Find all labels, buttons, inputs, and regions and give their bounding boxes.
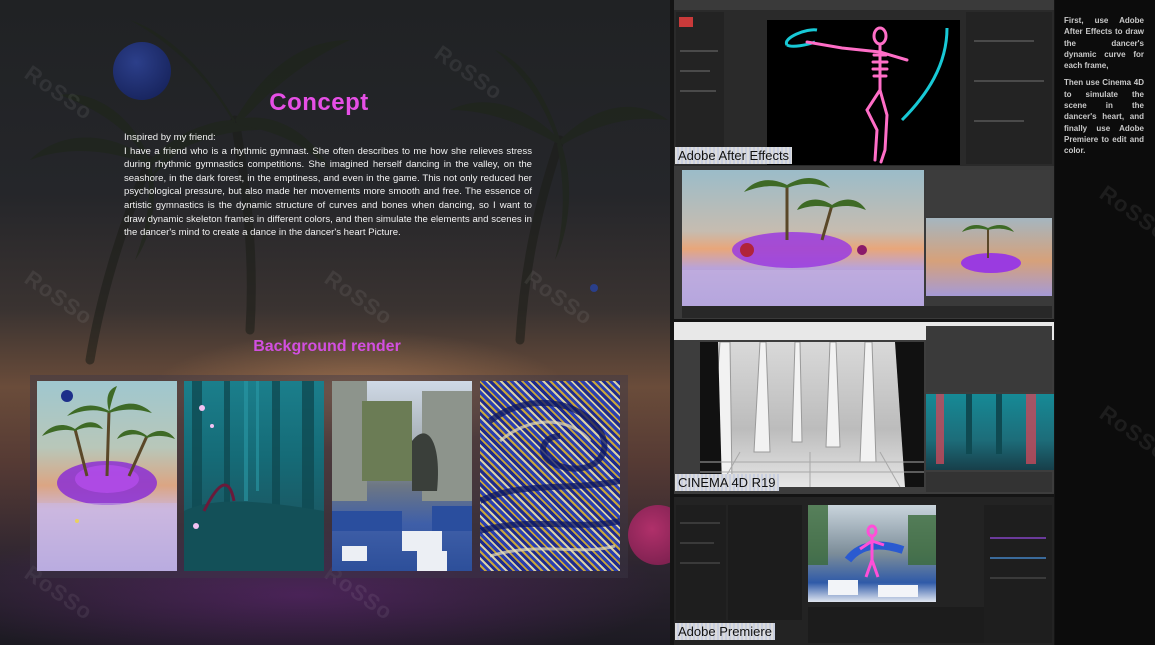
c4d-timeline	[682, 306, 1052, 318]
cinema4d-label: CINEMA 4D R19	[675, 474, 779, 491]
game-world-render[interactable]	[332, 381, 472, 571]
software-screenshots: Adobe After Effects CINEMA 4D R19 Adobe …	[670, 0, 1055, 645]
pr-lumetri-panel	[984, 505, 1052, 643]
c4d-render-preview	[926, 218, 1052, 296]
c4d-forest-preview	[926, 394, 1054, 470]
swirl-pattern-render[interactable]	[480, 381, 620, 571]
pr-divider	[680, 522, 720, 524]
premiere-label: Adobe Premiere	[675, 623, 775, 640]
palm-island-render[interactable]	[37, 381, 177, 571]
ae-composition-viewer	[767, 20, 960, 165]
c4d-object-list	[926, 326, 1052, 392]
background-render-title: Background render	[253, 338, 401, 355]
process-description-panel: RoSSo RoSSo First, use Adobe After Effec…	[1055, 0, 1155, 645]
pr-divider	[680, 562, 720, 564]
ae-project-thumb	[679, 17, 693, 27]
c4d-object-manager	[926, 170, 1050, 216]
process-step-2: Then use Cinema 4D to simulate the scene…	[1064, 78, 1144, 156]
c4d-viewport-palm	[682, 170, 924, 306]
cinema4d-forest-screenshot	[674, 322, 1054, 494]
c4d-attributes	[926, 472, 1052, 492]
skeleton-dance-frame	[784, 26, 949, 164]
ae-divider	[680, 70, 710, 72]
ae-divider	[974, 40, 1034, 42]
ae-right-panel	[966, 12, 1052, 164]
ae-toolbar	[674, 0, 1054, 10]
after-effects-screenshot	[674, 0, 1054, 166]
after-effects-label: Adobe After Effects	[675, 147, 793, 164]
concept-body: I have a friend who is a rhythmic gymnas…	[124, 145, 532, 239]
pr-slider	[990, 537, 1046, 539]
concept-title: Concept	[269, 89, 369, 116]
pr-source-monitor	[728, 505, 802, 620]
watermark: RoSSo	[1095, 400, 1155, 465]
pr-divider	[680, 542, 714, 544]
c4d-viewport-forest	[700, 341, 924, 488]
pr-slider	[990, 577, 1046, 579]
ae-divider	[680, 50, 718, 52]
ae-divider	[680, 90, 716, 92]
concept-panel: RoSSo RoSSo RoSSo RoSSo RoSSo RoSSo RoSS…	[0, 0, 670, 645]
cinema4d-palm-screenshot	[674, 166, 1054, 319]
pr-slider	[990, 557, 1046, 559]
ae-divider	[974, 120, 1024, 122]
process-description: First, use Adobe After Effects to draw t…	[1064, 15, 1144, 163]
process-step-1: First, use Adobe After Effects to draw t…	[1064, 16, 1144, 71]
concept-intro: Inspired by my friend:	[124, 132, 216, 143]
ae-divider	[974, 80, 1044, 82]
concept-description: Inspired by my friend: I have a friend w…	[124, 131, 532, 240]
page: RoSSo RoSSo RoSSo RoSSo RoSSo RoSSo RoSS…	[0, 0, 1155, 645]
pr-program-monitor	[808, 505, 936, 602]
ae-project-panel	[676, 12, 724, 164]
pr-timeline	[808, 607, 988, 643]
watermark: RoSSo	[1095, 180, 1155, 245]
dark-forest-render[interactable]	[184, 381, 324, 571]
